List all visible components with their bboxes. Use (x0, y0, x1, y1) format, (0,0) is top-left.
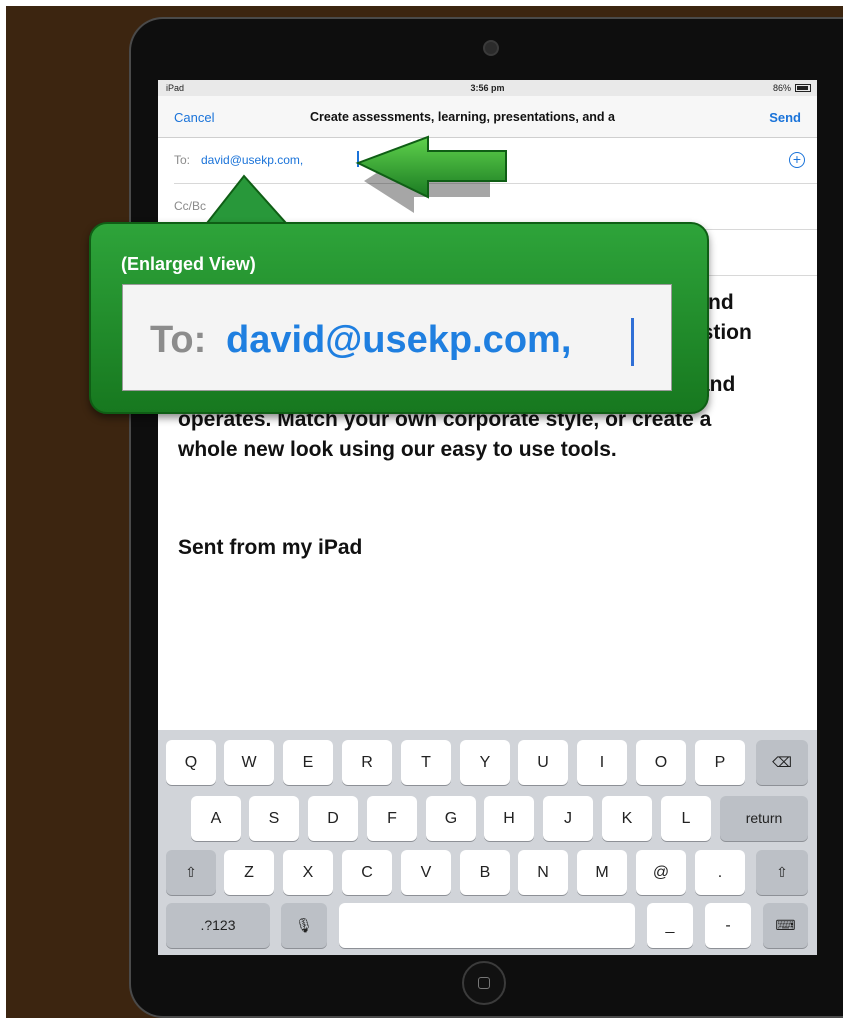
key-z[interactable]: Z (224, 850, 274, 895)
pointer-arrow-icon (355, 135, 507, 213)
key-h[interactable]: H (484, 796, 534, 841)
key-u[interactable]: U (518, 740, 568, 785)
body-line-1[interactable]: nd (708, 288, 817, 318)
enlarged-caret (631, 318, 634, 366)
keyboard-dismiss-icon: ⌨ (775, 917, 796, 933)
key-l[interactable]: L (661, 796, 711, 841)
numbers-key[interactable]: .?123 (166, 903, 270, 948)
to-label: To: (174, 153, 191, 167)
key-w[interactable]: W (224, 740, 274, 785)
key-t[interactable]: T (401, 740, 451, 785)
add-contact-icon[interactable]: + (789, 152, 805, 168)
key-at[interactable]: @ (636, 850, 686, 895)
key-g[interactable]: G (426, 796, 476, 841)
callout-title: (Enlarged View) (121, 254, 256, 274)
home-button[interactable] (462, 961, 506, 1005)
key-m[interactable]: M (577, 850, 627, 895)
key-e[interactable]: E (283, 740, 333, 785)
body-line-3[interactable]: and (698, 370, 817, 400)
key-c[interactable]: C (342, 850, 392, 895)
compose-title: Create assessments, learning, presentati… (310, 110, 615, 124)
status-battery-text: 86% (772, 83, 791, 93)
microphone-icon: 🎙 (295, 917, 313, 933)
body-line-2[interactable]: estion (690, 318, 817, 348)
camera-icon (483, 40, 499, 56)
home-square-icon (478, 977, 490, 989)
dismiss-keyboard-key[interactable]: ⌨ (763, 903, 808, 948)
key-dash[interactable]: - (705, 903, 751, 948)
backspace-key[interactable]: ⌫ (756, 740, 808, 785)
cancel-button[interactable]: Cancel (174, 110, 214, 125)
space-key[interactable] (339, 903, 635, 948)
shift-icon: ⇧ (185, 864, 197, 880)
signature[interactable]: Sent from my iPad (178, 533, 817, 563)
key-n[interactable]: N (518, 850, 568, 895)
key-f[interactable]: F (367, 796, 417, 841)
return-key[interactable]: return (720, 796, 808, 841)
shift-left-key[interactable]: ⇧ (166, 850, 216, 895)
key-v[interactable]: V (401, 850, 451, 895)
status-bar: iPad 3:56 pm 86% (158, 80, 817, 96)
to-value[interactable]: david@usekp.com, (201, 153, 303, 167)
compose-navbar: Cancel Create assessments, learning, pre… (158, 96, 817, 138)
key-x[interactable]: X (283, 850, 333, 895)
key-y[interactable]: Y (460, 740, 510, 785)
keyboard: Q W E R T Y U I O P ⌫ A S D F G H J K L … (158, 730, 817, 955)
key-period[interactable]: . (695, 850, 745, 895)
key-p[interactable]: P (695, 740, 745, 785)
key-o[interactable]: O (636, 740, 686, 785)
key-i[interactable]: I (577, 740, 627, 785)
key-k[interactable]: K (602, 796, 652, 841)
key-r[interactable]: R (342, 740, 392, 785)
dictation-key[interactable]: 🎙 (281, 903, 327, 948)
key-j[interactable]: J (543, 796, 593, 841)
battery-icon (795, 84, 811, 92)
status-time: 3:56 pm (470, 83, 505, 93)
key-b[interactable]: B (460, 850, 510, 895)
key-d[interactable]: D (308, 796, 358, 841)
send-button[interactable]: Send (769, 110, 801, 125)
enlarged-to-value: david@usekp.com, (226, 319, 572, 361)
key-underscore[interactable]: _ (647, 903, 693, 948)
enlarged-to-label: To: (150, 319, 207, 361)
backspace-icon: ⌫ (772, 754, 792, 770)
shift-right-key[interactable]: ⇧ (756, 850, 808, 895)
key-s[interactable]: S (249, 796, 299, 841)
shift-icon: ⇧ (776, 864, 788, 880)
enlarged-to-field: To: david@usekp.com, (122, 284, 672, 391)
key-q[interactable]: Q (166, 740, 216, 785)
enlarged-view-callout: (Enlarged View) To: david@usekp.com, (89, 222, 709, 414)
key-a[interactable]: A (191, 796, 241, 841)
body-line-5[interactable]: whole new look using our easy to use too… (178, 435, 817, 465)
